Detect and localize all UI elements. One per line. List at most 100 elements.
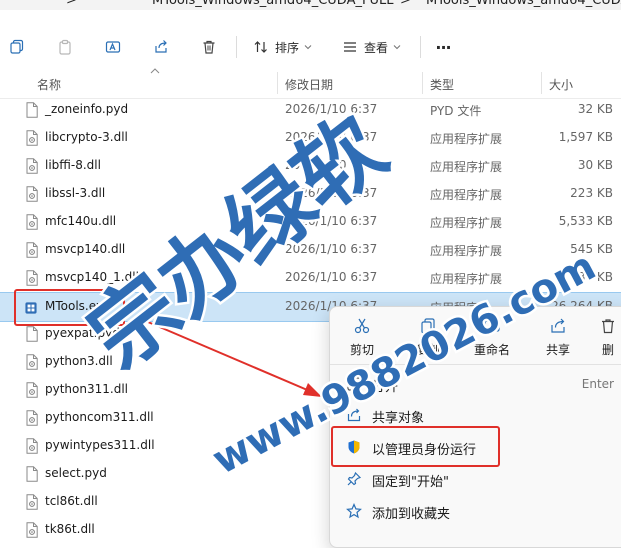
file-icon	[26, 102, 38, 118]
star-icon	[346, 503, 362, 519]
file-row[interactable]: mfc140u.dll 2026/1/10 6:37 应用程序扩展 5,533 KB	[0, 208, 621, 236]
copy-button[interactable]: 复制	[398, 313, 458, 359]
file-date: 2026/1/10 6:37	[285, 214, 378, 228]
file-type: 应用程序扩展	[430, 216, 503, 230]
paste-button[interactable]	[52, 35, 78, 59]
open-icon	[347, 377, 361, 391]
breadcrumb: > MTools_Windows_amd64_CUDA_FULL > MTool…	[0, 0, 621, 10]
share-label: 共享	[545, 343, 570, 357]
rename-button[interactable]	[100, 35, 126, 59]
column-header-size[interactable]: 大小	[549, 76, 573, 93]
file-name: _zoneinfo.pyd	[45, 102, 129, 116]
view-button[interactable]: 查看	[338, 35, 406, 59]
share-button[interactable]	[148, 35, 174, 59]
breadcrumb-sep: >	[66, 0, 77, 8]
file-name: pyexpat.pyd	[45, 326, 120, 340]
column-header-date[interactable]: 修改日期	[285, 76, 333, 93]
file-date: 2026/1/10 6:37	[285, 158, 378, 172]
sort-label: 排序	[274, 40, 299, 55]
breadcrumb-sep: >	[400, 0, 411, 8]
column-divider[interactable]	[422, 72, 423, 94]
delete-button[interactable]: 删	[588, 313, 621, 359]
scissors-icon	[354, 318, 370, 334]
file-name: python311.dll	[45, 382, 128, 396]
context-menu-divider	[330, 364, 621, 365]
file-type: PYD 文件	[430, 104, 482, 118]
paste-icon	[59, 39, 71, 55]
chevron-down-icon	[393, 45, 401, 50]
file-row[interactable]: libffi-8.dll 2026/1/10 6:37 应用程序扩展 30 KB	[0, 152, 621, 180]
file-date: 2026/1/10 6:37	[285, 130, 378, 144]
new-button[interactable]	[4, 35, 30, 59]
chevron-down-icon	[304, 45, 312, 50]
dll-file-icon	[26, 130, 38, 146]
toolbar-divider	[420, 36, 421, 58]
delete-label: 删	[601, 343, 614, 357]
dll-file-icon	[26, 186, 38, 202]
more-options-button[interactable]: ···	[430, 35, 456, 59]
view-label: 查看	[363, 40, 388, 55]
file-date: 2026/1/10 6:37	[285, 102, 378, 116]
dll-file-icon	[26, 438, 38, 454]
dll-file-icon	[26, 382, 38, 398]
file-name: mfc140u.dll	[45, 214, 117, 228]
file-name: python3.dll	[45, 354, 113, 368]
share-button[interactable]: 共享	[528, 313, 588, 359]
context-menu-actions: 剪切 复制 重命名 共享 删	[330, 307, 621, 363]
dll-file-icon	[26, 270, 38, 286]
sort-up-icon	[150, 68, 160, 74]
cut-label: 剪切	[349, 343, 374, 357]
column-header-row: 名称 修改日期 类型 大小	[0, 68, 621, 99]
copy-label: 复制	[415, 343, 440, 357]
sort-icon	[254, 41, 267, 53]
dll-file-icon	[26, 410, 38, 426]
copy-icon	[10, 39, 24, 54]
rename-icon	[484, 320, 500, 332]
menu-item-label: 打开	[372, 380, 399, 395]
breadcrumb-item-parent[interactable]: MTools_Windows_amd64_CUDA_FULL	[152, 0, 393, 8]
rename-label: 重命名	[473, 343, 510, 357]
column-header-name[interactable]: 名称	[37, 76, 61, 93]
file-size: 30 KB	[577, 158, 613, 172]
sort-button[interactable]: 排序	[250, 35, 316, 59]
file-type: 应用程序扩展	[430, 160, 503, 174]
dll-file-icon	[26, 354, 38, 370]
file-size: 223 KB	[570, 186, 613, 200]
cut-button[interactable]: 剪切	[332, 313, 392, 359]
dll-file-icon	[26, 494, 38, 510]
column-divider[interactable]	[541, 72, 542, 94]
file-row[interactable]: msvcp140_1.dll 2026/1/10 6:37 应用程序扩展 36 KB	[0, 264, 621, 292]
file-icon	[26, 326, 38, 342]
share-icon	[155, 40, 167, 53]
file-name: libssl-3.dll	[45, 186, 106, 200]
rename-icon	[105, 41, 121, 53]
file-row[interactable]: libcrypto-3.dll 2026/1/10 6:37 应用程序扩展 1,597…	[0, 124, 621, 152]
column-divider[interactable]	[277, 72, 278, 94]
file-size: 545 KB	[570, 242, 613, 256]
file-date: 2026/1/10 6:37	[285, 242, 378, 256]
trash-icon	[203, 40, 215, 54]
dll-file-icon	[26, 242, 38, 258]
command-bar: 排序 查看 ···	[0, 28, 621, 66]
menu-item-label: 添加到收藏夹	[372, 507, 451, 522]
delete-button[interactable]	[196, 35, 222, 59]
share-icon	[347, 408, 361, 422]
file-row[interactable]: _zoneinfo.pyd 2026/1/10 6:37 PYD 文件 32 KB	[0, 96, 621, 124]
highlight-box	[331, 426, 500, 467]
file-name: tk86t.dll	[45, 522, 95, 536]
menu-item-pin-to-start[interactable]: 固定到"开始"	[334, 464, 621, 494]
file-size: 5,533 KB	[558, 214, 613, 228]
file-name: pywintypes311.dll	[45, 438, 155, 452]
menu-item-add-to-favorites[interactable]: 添加到收藏夹	[334, 496, 621, 526]
rename-button[interactable]: 重命名	[462, 313, 522, 359]
column-header-type[interactable]: 类型	[430, 76, 454, 93]
menu-item-label: 共享对象	[372, 411, 425, 426]
breadcrumb-item-current[interactable]: MTools_Windows_amd64_CUDA	[426, 0, 621, 8]
menu-item-accelerator: Enter	[581, 377, 614, 391]
copy-icon	[421, 318, 435, 334]
file-row[interactable]: libssl-3.dll 2026/1/10 6:37 应用程序扩展 223 KB	[0, 180, 621, 208]
file-name: select.pyd	[45, 466, 107, 480]
file-name: pythoncom311.dll	[45, 410, 154, 424]
menu-item-open[interactable]: 打开 Enter	[334, 369, 621, 399]
file-row[interactable]: msvcp140.dll 2026/1/10 6:37 应用程序扩展 545 KB	[0, 236, 621, 264]
